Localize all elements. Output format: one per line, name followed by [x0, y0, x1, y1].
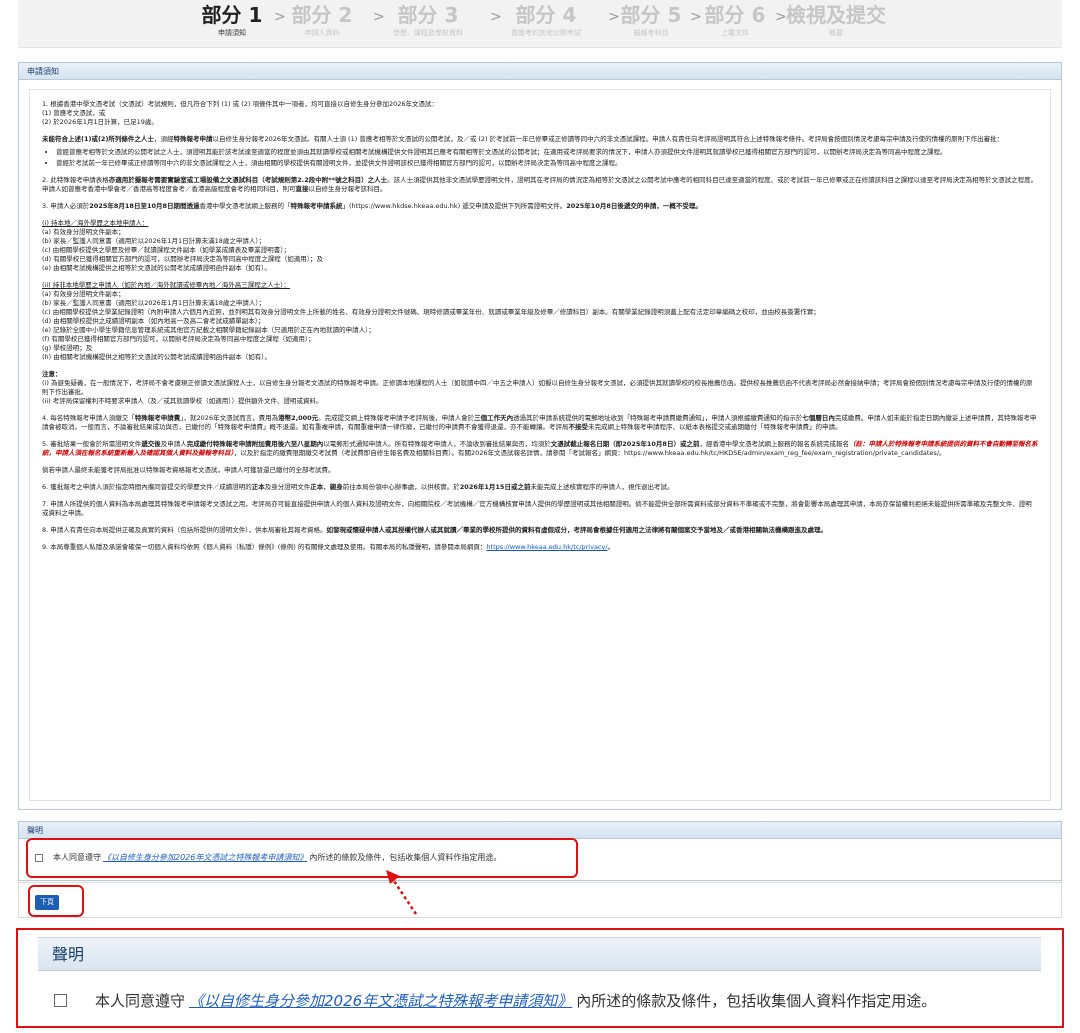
step-label: 部分 6: [704, 3, 766, 27]
step-label: 部分 1: [201, 3, 263, 27]
notice-subheading: (ii) 持非本地學歷之申請人（如於內地／海外就讀或修畢內地／海外高三課程之人士…: [42, 281, 290, 289]
chevron-right-icon: >: [274, 9, 286, 25]
zoomed-declaration-title: 聲明: [38, 937, 1041, 971]
notice-item-7: 7. 申請人所提供的個人資料為本局處理其特殊報考申請報考文憑試之用，考評局亦可能…: [42, 500, 1032, 517]
arrow-icon: [386, 870, 418, 915]
notice-item-8: 8. 申請人有責任向本局提供正確及真實的資料（包括所提供的證明文件），供本局審批…: [42, 526, 828, 534]
list-item: (h) 由相關考試機構提供之相等於文憑試的公開考試成績證明函件副本（如有）。: [42, 353, 272, 361]
zoomed-declaration: 聲明 本人同意遵守 《以自修生身分參加2026年文憑試之特殊報考申請須知》 內所…: [16, 928, 1064, 1028]
declaration-title: 聲明: [19, 822, 1061, 839]
step-label: 部分 5: [620, 3, 682, 27]
list-item: (g) 學校證明；及: [42, 344, 93, 352]
step-sublabel: 曾應考的其他公開考試: [511, 29, 581, 37]
zoomed-declaration-text-pre: 本人同意遵守: [95, 992, 186, 1010]
declaration-highlight: [26, 838, 578, 878]
notice-item-3: 3. 申請人必須於2025年8月18日至10月8日期間透過香港中學文憑考試網上服…: [42, 202, 702, 210]
notice-item-4: 4. 每名特殊報考申請人須繳交「特殊報考申請費」，就2026年文憑試而言，費用為…: [42, 414, 1037, 431]
progress-stepper: 部分 1 申請須知 > 部分 2 申請人資料 > 部分 3 學歷、課程及學校資料…: [18, 0, 1062, 48]
step-5[interactable]: 部分 5 擬報考科目: [616, 2, 686, 38]
notice-text: 1. 根據香港中學文憑考試（文憑試）考試規則，但凡符合下列 (1) 或 (2) …: [42, 100, 438, 108]
notice-text: (1) 曾應考文憑試，或: [42, 109, 106, 117]
local-applicant-requirements: (i) 持本地／海外學歷之本地申請人： (a) 有效身分證明文件副本； (b) …: [42, 219, 1038, 273]
privacy-link[interactable]: https://www.hkeaa.edu.hk/tc/privacy/: [486, 543, 607, 551]
notice-panel: 申請須知 1. 根據香港中學文憑考試（文憑試）考試規則，但凡符合下列 (1) 或…: [18, 62, 1062, 810]
list-item: (f) 有關學校已獲得相關官方部門的認可，以開辦考評局決定為等同高中程度之課程（…: [42, 335, 315, 343]
step-label: 部分 2: [291, 3, 353, 27]
notice-item-6: 6. 獲批報考之申請人須於指定時間內攜同曾提交的學歷文件／成績證明的正本及身分證…: [42, 483, 674, 491]
step-label: 部分 3: [397, 3, 459, 27]
notice-item-9: 9. 本局尊重個人私隱及承諾會確保一切個人資料均依照《個人資料（私隱）條例》(條…: [42, 543, 615, 551]
list-item: (b) 家長／監護人同意書（適用於以2026年1月1日計算未滿18歲之申請人）；: [42, 299, 266, 307]
zoomed-declaration-checkbox[interactable]: [54, 994, 67, 1007]
list-item: (i) 為避免疑義，在一般情況下，考評局不會考慮現正修讀文憑試課程人士，以自修生…: [42, 379, 1033, 396]
list-item: (a) 有效身分證明文件副本；: [42, 228, 125, 236]
notice-remarks: 注意： (i) 為避免疑義，在一般情況下，考評局不會考慮現正修讀文憑試課程人士，…: [42, 370, 1038, 406]
step-label: 部分 4: [515, 3, 577, 27]
action-bar: 下頁: [18, 882, 1062, 918]
notice-content: 1. 根據香港中學文憑考試（文憑試）考試規則，但凡符合下列 (1) 或 (2) …: [29, 89, 1051, 801]
list-item: 曾經曾應考相等於文憑試的公開考試之人士，須證明其能於該考試達至適當的程度並須由其…: [56, 148, 1038, 157]
zoomed-declaration-row: 本人同意遵守 《以自修生身分參加2026年文憑試之特殊報考申請須知》 內所述的條…: [54, 990, 936, 1011]
notice-item-2: 2. 此特殊報考申請表格亦適用於擬報考需要實驗室或工場設備之文憑試科目（考試規則…: [42, 176, 1038, 193]
step-label: 檢視及提交: [786, 3, 886, 27]
list-item: (b) 家長／監護人同意書（適用於以2026年1月1日計算未滿18歲之申請人）；: [42, 237, 266, 245]
notice-item-5: 5. 審批結果一般會於所需證明文件遞交後及申請人完成繳付特殊報考申請附加費用後六…: [42, 440, 1038, 457]
list-item: (c) 由相關學校提供之學業紀錄證明（內附申請人六個月內近照，並列明其有效身分證…: [42, 308, 820, 316]
step-4[interactable]: 部分 4 曾應考的其他公開考試: [496, 2, 596, 38]
zoomed-declaration-notice-link[interactable]: 《以自修生身分參加2026年文憑試之特殊報考申請須知》: [189, 990, 572, 1011]
list-item: (d) 由相關學校提供之成績證明副本（如內地高一及高二會考試成績單副本）；: [42, 317, 265, 325]
step-sublabel: 擬報考科目: [633, 29, 669, 37]
step-sublabel: 概要: [829, 29, 843, 37]
list-item: (c) 由相關學校提供之學歷及修畢／就讀課程文件副本（如學業成績表及畢業證明書）…: [42, 246, 290, 254]
notice-special-application: 未能符合上述(1)或(2)所列條件之人士，須經特殊報考申請以自修生身分報考202…: [42, 135, 1038, 168]
notice-text: 未能符合上述(1)或(2)所列條件之人士，須經特殊報考申請以自修生身分報考202…: [42, 135, 1004, 143]
list-item: (e) 由相關考試機構提供之相等於文憑試的公開考試成績證明函件副本（如有）。: [42, 264, 271, 272]
step-review[interactable]: 檢視及提交 概要: [784, 2, 888, 38]
list-item: (a) 有效身分證明文件副本；: [42, 290, 125, 298]
step-3[interactable]: 部分 3 學歷、課程及學校資料: [378, 2, 478, 38]
next-button-highlight: [28, 885, 84, 917]
list-item: (e) 記錄於全國中小學生學籍信息管理系統或其他官方紀載之相關學籍紀錄副本（只適…: [42, 326, 375, 334]
zoomed-declaration-text-post: 內所述的條款及條件，包括收集個人資料作指定用途。: [576, 992, 937, 1010]
step-sublabel: 學歷、課程及學校資料: [393, 29, 463, 37]
list-item: (d) 有關學校已獲得相關官方部門的認可，以開辦考評局決定為等同高中程度之課程（…: [42, 255, 324, 263]
step-2[interactable]: 部分 2 申請人資料: [286, 2, 358, 38]
step-1[interactable]: 部分 1 申請須知: [196, 2, 268, 38]
step-sublabel: 上載文件: [721, 29, 749, 37]
notice-subheading: 注意：: [42, 370, 62, 378]
step-sublabel: 申請人資料: [304, 29, 340, 37]
notice-subheading: (i) 持本地／海外學歷之本地申請人：: [42, 219, 149, 227]
list-item: (ii) 考評局保留權利不時要求申請人（及／或其就讀學校（如適用））提供額外文件…: [42, 397, 323, 405]
notice-refund-text: 倘若申請人最終未能獲考評局批准以特殊報考資格報考文憑試，申請人可獲發還已繳付的全…: [42, 466, 335, 474]
step-sublabel: 申請須知: [218, 29, 246, 37]
notice-panel-title: 申請須知: [19, 63, 1061, 80]
list-item: 曾經於考試前一年已修畢或正修讀等同中六的非文憑試課程之人士，須由相關的學校提供有…: [56, 159, 1038, 168]
nonlocal-applicant-requirements: (ii) 持非本地學歷之申請人（如於內地／海外就讀或修畢內地／海外高三課程之人士…: [42, 281, 1038, 362]
notice-item-1: 1. 根據香港中學文憑考試（文憑試）考試規則，但凡符合下列 (1) 或 (2) …: [42, 100, 1038, 127]
notice-bullet-list: 曾經曾應考相等於文憑試的公開考試之人士，須證明其能於該考試達至適當的程度並須由其…: [56, 148, 1038, 168]
notice-text: (2) 於2026年1月1日計算，已足19歲。: [42, 118, 158, 126]
step-6[interactable]: 部分 6 上載文件: [700, 2, 770, 38]
